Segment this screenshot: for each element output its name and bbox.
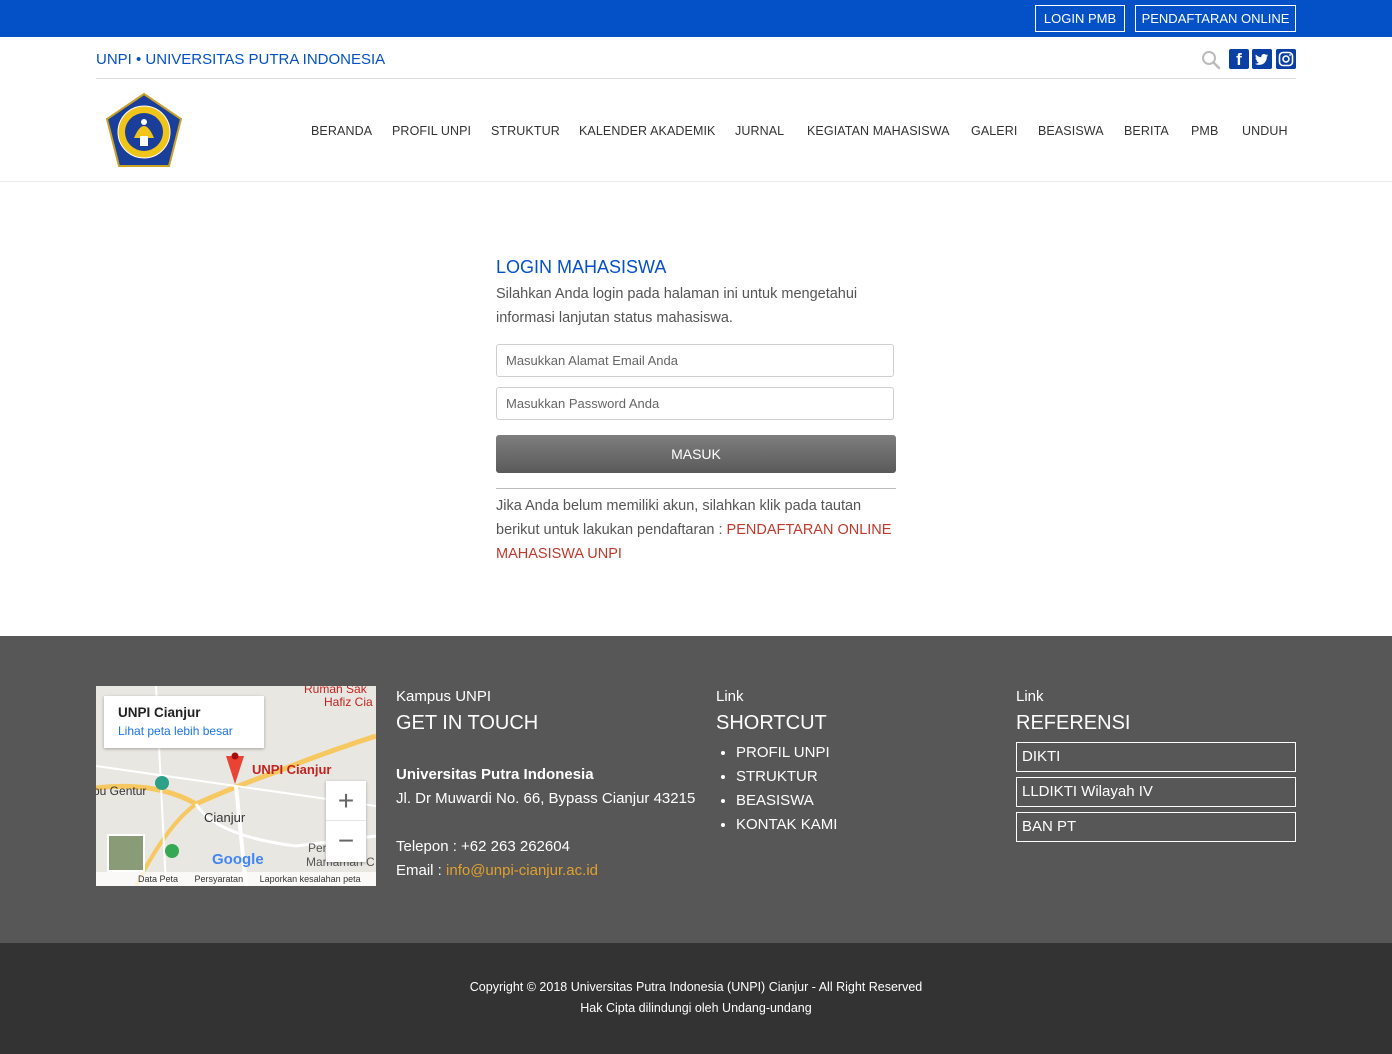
map-satellite-toggle[interactable] <box>107 834 145 872</box>
map-label: Per <box>308 841 327 855</box>
map-label: Hafiz Cia <box>324 695 373 709</box>
map-info-card: UNPI Cianjur Lihat peta lebih besar <box>104 696 264 748</box>
masuk-button[interactable]: MASUK <box>496 435 896 473</box>
larger-map-link[interactable]: Lihat peta lebih besar <box>118 724 250 738</box>
map-data-link[interactable]: Data Peta <box>138 874 178 884</box>
email-link[interactable]: info@unpi-cianjur.ac.id <box>446 862 598 879</box>
footer-contact: Kampus UNPI GET IN TOUCH Universitas Put… <box>396 688 706 883</box>
ref-link-dikti[interactable]: DIKTI <box>1016 742 1296 772</box>
footer-referensi: Link REFERENSI DIKTI LLDIKTI Wilayah IV … <box>1016 688 1296 842</box>
referensi-heading: REFERENSI <box>1016 712 1131 734</box>
nav-item-unduh[interactable]: UNDUH <box>1242 124 1288 138</box>
shortcut-link[interactable]: BEASISWA <box>736 789 996 813</box>
zoom-in-button[interactable]: + <box>326 781 366 821</box>
instagram-icon[interactable] <box>1276 49 1296 69</box>
login-title: LOGIN MAHASISWA <box>496 257 667 277</box>
twitter-icon[interactable] <box>1252 49 1272 69</box>
ref-link-ban-pt[interactable]: BAN PT <box>1016 812 1296 842</box>
nav-item-beranda[interactable]: BERANDA <box>311 124 372 138</box>
nav-item-galeri[interactable]: GALERI <box>971 124 1017 138</box>
search-icon[interactable] <box>1201 50 1221 70</box>
nav-item-jurnal[interactable]: JURNAL <box>735 124 784 138</box>
map-report-link[interactable]: Laporkan kesalahan peta <box>260 874 361 884</box>
email-field[interactable] <box>496 344 894 377</box>
embedded-map[interactable]: Rumah Sak Hafiz Cia pu Gentur Per Mamama… <box>96 686 376 886</box>
map-attribution: Data Peta Persyaratan Laporkan kesalahan… <box>96 872 376 886</box>
login-pmb-button[interactable]: LOGIN PMB <box>1035 5 1125 32</box>
email-label: Email : <box>396 862 447 879</box>
zoom-out-button[interactable]: − <box>326 821 366 861</box>
login-description: Silahkan Anda login pada halaman ini unt… <box>496 286 858 326</box>
map-pin-label: UNPI Cianjur <box>252 762 332 777</box>
map-terms-link[interactable]: Persyaratan <box>195 874 244 884</box>
map-zoom-control: + − <box>326 781 366 862</box>
nav-item-kalender-akademik[interactable]: KALENDER AKADEMIK <box>579 124 715 138</box>
referensi-label: Link <box>1016 688 1044 705</box>
copyright-notice: Hak Cipta dilindungi oleh Undang-undang <box>580 1001 812 1015</box>
map-city-label: Cianjur <box>204 810 246 825</box>
shortcut-link[interactable]: KONTAK KAMI <box>736 813 996 837</box>
shortcut-list: PROFIL UNPI STRUKTUR BEASISWA KONTAK KAM… <box>716 741 996 837</box>
shortcut-link[interactable]: STRUKTUR <box>736 765 996 789</box>
address: Jl. Dr Muwardi No. 66, Bypass Cianjur 43… <box>396 790 696 807</box>
shortcut-label: Link <box>716 688 744 705</box>
shortcut-link[interactable]: PROFIL UNPI <box>736 741 996 765</box>
main-nav: BERANDA PROFIL UNPI STRUKTUR KALENDER AK… <box>0 124 1392 140</box>
nav-item-struktur[interactable]: STRUKTUR <box>491 124 560 138</box>
contact-heading: GET IN TOUCH <box>396 712 539 734</box>
nav-item-profil-unpi[interactable]: PROFIL UNPI <box>392 124 471 138</box>
ref-link-lldikti[interactable]: LLDIKTI Wilayah IV <box>1016 777 1296 807</box>
facebook-icon[interactable]: f <box>1229 49 1249 69</box>
login-divider <box>496 488 896 489</box>
register-info: Jika Anda belum memiliki akun, silahkan … <box>496 494 896 566</box>
footer-shortcut: Link SHORTCUT PROFIL UNPI STRUKTUR BEASI… <box>716 688 996 837</box>
nav-divider <box>0 181 1392 182</box>
password-field[interactable] <box>496 387 894 420</box>
contact-label: Kampus UNPI <box>396 688 492 705</box>
phone: Telepon : +62 263 262604 <box>396 838 570 855</box>
nav-item-pmb[interactable]: PMB <box>1191 124 1218 138</box>
shortcut-heading: SHORTCUT <box>716 712 827 734</box>
map-label: pu Gentur <box>96 784 147 798</box>
top-bar: LOGIN PMB PENDAFTARAN ONLINE <box>0 0 1392 37</box>
copyright-bar: Copyright © 2018 Universitas Putra Indon… <box>0 943 1392 1054</box>
copyright-text: Copyright © 2018 Universitas Putra Indon… <box>469 980 923 994</box>
google-logo: Google <box>212 851 264 868</box>
map-place-title: UNPI Cianjur <box>118 705 201 720</box>
nav-item-kegiatan-mahasiswa[interactable]: KEGIATAN MAHASISWA <box>807 124 950 138</box>
pendaftaran-online-button[interactable]: PENDAFTARAN ONLINE <box>1135 5 1296 32</box>
nav-item-berita[interactable]: BERITA <box>1124 124 1169 138</box>
site-title[interactable]: UNPI • UNIVERSITAS PUTRA INDONESIA <box>96 51 385 68</box>
header-divider <box>96 78 1296 79</box>
nav-item-beasiswa[interactable]: BEASISWA <box>1038 124 1104 138</box>
org-name: Universitas Putra Indonesia <box>396 766 594 783</box>
